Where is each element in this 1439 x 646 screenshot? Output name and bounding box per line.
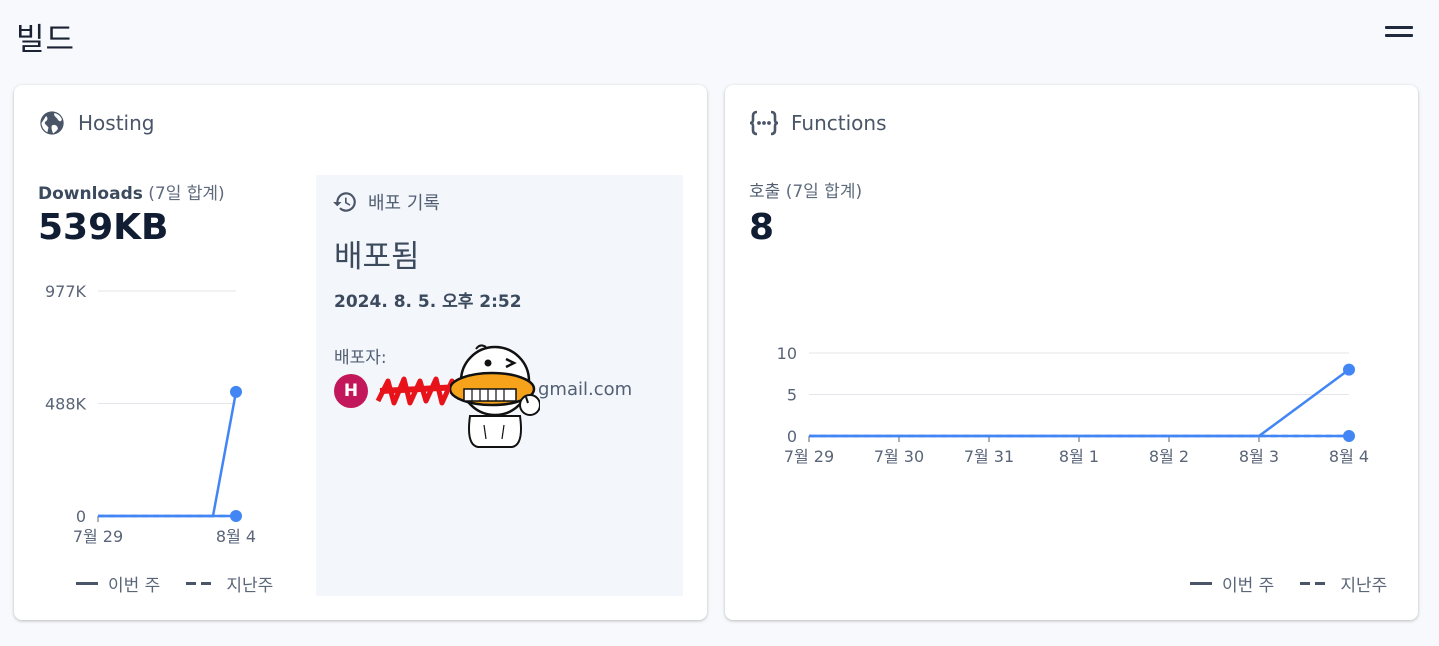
functions-card[interactable]: Functions 호출 (7일 합계) 8 10 5 0 7월 29 7월 30 7월 … [725, 85, 1418, 620]
x-tick-label: 8월 4 [216, 527, 256, 546]
legend-dashed-swatch [1300, 582, 1331, 585]
x-tick-label: 7월 29 [73, 527, 123, 546]
deploy-time: 2024. 8. 5. 오후 2:52 [334, 292, 522, 312]
invocations-label-sub: (7일 합계) [785, 182, 863, 202]
downloads-label-sub: (7일 합계) [148, 184, 225, 204]
legend-item-last-week: 지난주 [1300, 571, 1387, 596]
y-tick-label: 0 [787, 427, 797, 446]
deploy-history-title: 배포 기록 [368, 193, 440, 214]
downloads-label: Downloads (7일 합계) [38, 179, 225, 204]
deploy-status: 배포됨 [334, 239, 420, 275]
y-tick-label: 5 [787, 386, 797, 405]
invocations-label: 호출 (7일 합계) [749, 177, 862, 202]
series-this-week-line [98, 391, 238, 518]
legend-item-this-week: 이번 주 [1190, 571, 1274, 596]
legend-item-last-week: 지난주 [186, 571, 273, 596]
downloads-value: 539KB [38, 207, 169, 248]
menu-icon[interactable] [1385, 26, 1413, 40]
x-tick-label: 7월 31 [964, 447, 1014, 466]
avatar: H [334, 374, 368, 408]
functions-braces-icon [749, 110, 779, 136]
x-tick-label: 8월 3 [1239, 447, 1279, 466]
x-tick-label: 8월 4 [1329, 447, 1369, 466]
hosting-title: Hosting [78, 111, 155, 135]
invocations-value: 8 [749, 207, 775, 248]
x-tick-label: 8월 1 [1059, 447, 1099, 466]
deploy-history-header: 배포 기록 [332, 189, 440, 215]
page-title: 빌드 [16, 22, 76, 58]
hosting-card[interactable]: Hosting Downloads (7일 합계) 539KB 977K 488K… [14, 85, 707, 620]
legend-item-this-week: 이번 주 [76, 571, 160, 596]
y-tick-label: 977K [45, 282, 87, 301]
hosting-header: Hosting [38, 109, 154, 137]
legend-this-week-label: 이번 주 [1222, 576, 1275, 596]
legend-solid-swatch [76, 582, 98, 585]
legend-this-week-label: 이번 주 [108, 576, 161, 596]
functions-legend: 이번 주 지난주 [1190, 571, 1387, 596]
globe-icon [40, 111, 64, 135]
deploy-history-panel[interactable]: 배포 기록 배포됨 2024. 8. 5. 오후 2:52 배포자: H gma… [316, 175, 683, 596]
x-tick-label: 7월 29 [784, 447, 834, 466]
series-this-week-point [1343, 363, 1355, 376]
invocations-label-text: 호출 [749, 182, 781, 202]
downloads-label-text: Downloads [38, 184, 143, 204]
functions-chart-svg: 10 5 07월 29 7월 30 7월 31 8월 1 8월 2 8월 3 8월 4 [777, 344, 1369, 466]
duck-sticker-image [450, 344, 540, 448]
y-tick-label: 10 [777, 344, 797, 363]
legend-last-week-label: 지난주 [226, 576, 274, 596]
hosting-legend: 이번 주 지난주 [76, 571, 273, 596]
legend-last-week-label: 지난주 [1340, 576, 1388, 596]
hosting-chart-svg: 977K 488K 07월 29 8월 4 [45, 282, 256, 546]
history-icon [333, 192, 356, 212]
deployer-label: 배포자: [334, 348, 387, 368]
y-tick-label: 488K [45, 395, 87, 414]
functions-header: Functions [749, 109, 887, 137]
deployer-email-domain: gmail.com [538, 379, 633, 400]
functions-title: Functions [791, 111, 887, 135]
x-tick-label: 7월 30 [874, 447, 924, 466]
series-this-week-point [230, 385, 242, 398]
series-this-week-line [809, 368, 1350, 438]
y-tick-label: 0 [76, 507, 86, 526]
legend-solid-swatch [1190, 582, 1212, 585]
legend-dashed-swatch [186, 582, 217, 585]
x-tick-label: 8월 2 [1149, 447, 1189, 466]
